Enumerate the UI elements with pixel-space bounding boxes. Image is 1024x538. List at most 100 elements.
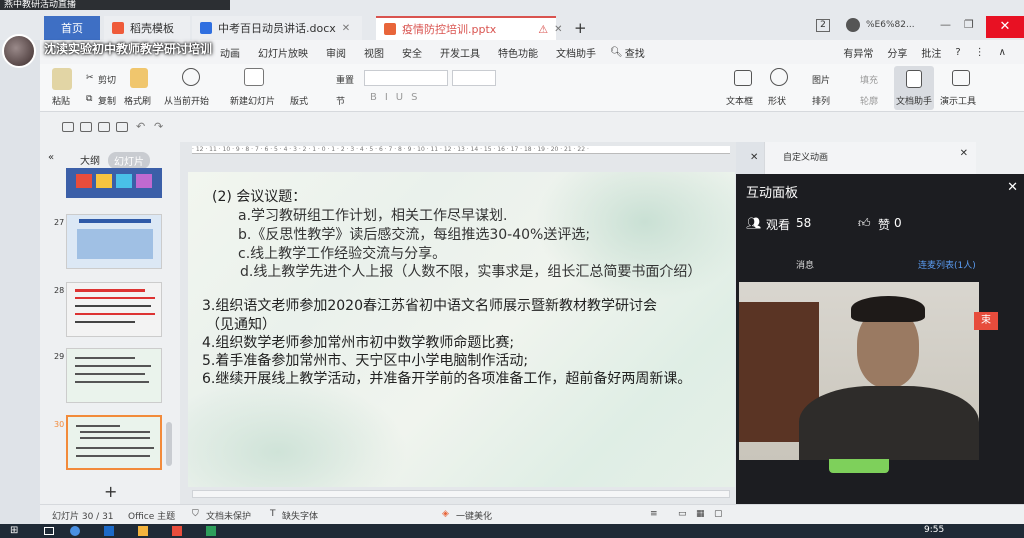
save-icon[interactable]: [62, 122, 74, 132]
menu-view[interactable]: 视图: [364, 45, 384, 60]
new-slide-button[interactable]: 新建幻灯片: [230, 94, 275, 107]
tab-mic-list[interactable]: 连麦列表(1人): [918, 258, 976, 271]
windows-start-icon[interactable]: ⊞: [10, 525, 18, 536]
panel-close-icon[interactable]: ✕: [1007, 180, 1018, 195]
menu-special[interactable]: 特色功能: [498, 45, 538, 60]
window-count-badge[interactable]: 2: [816, 19, 830, 32]
menu-review[interactable]: 审阅: [326, 45, 346, 60]
restore-icon[interactable]: ❐: [964, 18, 974, 31]
share-button[interactable]: 分享: [887, 45, 907, 60]
menu-animation[interactable]: 动画: [220, 45, 240, 60]
menu-developer[interactable]: 开发工具: [440, 45, 480, 60]
shape-icon[interactable]: [770, 68, 788, 86]
user-avatar-icon[interactable]: [846, 18, 860, 32]
collapse-panel-icon[interactable]: «: [48, 152, 54, 163]
slide-thumbnail-28[interactable]: [66, 282, 162, 337]
textbox-icon[interactable]: [734, 70, 752, 86]
taskbar-app-icon[interactable]: [104, 526, 114, 536]
interactive-panel-title: 互动面板: [746, 186, 799, 201]
play-from-current-button[interactable]: 从当前开始: [164, 94, 209, 107]
menu-security[interactable]: 安全: [402, 45, 422, 60]
arrange-button[interactable]: 排列: [812, 94, 830, 107]
paste-icon[interactable]: [52, 68, 72, 90]
copy-button[interactable]: 复制: [98, 94, 116, 107]
panel-scrollbar[interactable]: [166, 422, 172, 466]
present-tools-icon[interactable]: [952, 70, 970, 86]
font-style-buttons[interactable]: BIUS: [370, 92, 425, 103]
tab-messages[interactable]: 消息: [796, 258, 814, 271]
taskbar-app-icon[interactable]: [172, 526, 182, 536]
shape-button[interactable]: 形状: [768, 94, 786, 107]
menu-doc-assistant[interactable]: 文档助手: [556, 45, 596, 60]
protect-status[interactable]: 文档未保护: [206, 509, 251, 522]
more-icon[interactable]: ⋮: [975, 47, 985, 58]
close-window-button[interactable]: ✕: [986, 16, 1024, 38]
help-icon[interactable]: ?: [955, 47, 960, 58]
preview-icon[interactable]: [116, 122, 128, 132]
tab-pptx[interactable]: 疫情防控培训.pptx ⚠ ✕: [376, 16, 563, 40]
normal-view-icon[interactable]: ▭: [678, 509, 687, 519]
close-icon[interactable]: ✕: [342, 23, 350, 34]
slide-thumbnail-27[interactable]: [66, 214, 162, 269]
font-size-select[interactable]: [452, 70, 496, 86]
section-button[interactable]: 节: [336, 94, 345, 107]
undo-icon[interactable]: ↶: [136, 120, 145, 133]
tab-slides[interactable]: 幻灯片: [108, 152, 150, 169]
pane-title: 自定义动画: [783, 153, 829, 163]
slide-thumbnail-29[interactable]: [66, 348, 162, 403]
add-slide-button[interactable]: +: [104, 482, 117, 501]
play-icon[interactable]: [182, 68, 200, 86]
slide-thumbnail-30[interactable]: [66, 415, 162, 470]
outline-button[interactable]: 轮廓: [860, 94, 878, 107]
like-icon[interactable]: 👍︎: [858, 216, 871, 231]
print-icon[interactable]: [98, 122, 110, 132]
sync-status-button[interactable]: 有异常: [843, 45, 873, 60]
cut-button[interactable]: 剪切: [98, 73, 116, 86]
textbox-button[interactable]: 文本框: [726, 94, 753, 107]
tab-home[interactable]: 首页: [44, 16, 100, 40]
picture-button[interactable]: 图片: [812, 73, 830, 86]
close-pane-icon[interactable]: ✕: [750, 152, 758, 163]
tab-outline[interactable]: 大纲: [80, 152, 100, 167]
font-name-select[interactable]: [364, 70, 448, 86]
paste-button[interactable]: 粘贴: [52, 94, 70, 107]
doc-assistant-button[interactable]: 文档助手: [896, 94, 932, 107]
slide-canvas[interactable]: (2) 会议议题： a.学习教研组工作计划，相关工作尽早谋划. b.《反思性教学…: [188, 172, 735, 487]
slide-thumbnail-26[interactable]: [66, 168, 162, 198]
new-slide-icon[interactable]: [244, 68, 264, 86]
green-action-button[interactable]: [829, 459, 889, 473]
tab-docx[interactable]: 中考百日动员讲话.docx ✕: [192, 16, 362, 40]
present-tools-button[interactable]: 演示工具: [940, 94, 976, 107]
end-call-button[interactable]: 束: [974, 312, 998, 330]
reading-view-icon[interactable]: ▢: [714, 509, 723, 519]
menu-slideshow[interactable]: 幻灯片放映: [258, 45, 308, 60]
collapse-icon[interactable]: ∧: [999, 47, 1006, 58]
reset-button[interactable]: 重置: [336, 73, 354, 86]
taskbar-app-icon[interactable]: [70, 526, 80, 536]
comment-button[interactable]: 批注: [921, 45, 941, 60]
task-view-icon[interactable]: [44, 527, 54, 535]
tab-template[interactable]: 稻壳模板: [104, 16, 190, 40]
slide-number: 28: [54, 286, 65, 295]
taskbar-app-icon[interactable]: [206, 526, 216, 536]
format-painter-icon[interactable]: [130, 68, 148, 88]
sorter-view-icon[interactable]: ▦: [696, 509, 705, 519]
minimize-icon[interactable]: —: [940, 18, 951, 31]
menu-find[interactable]: 查找: [625, 45, 645, 60]
fill-button[interactable]: 填充: [860, 73, 878, 86]
pane-close-icon[interactable]: ✕: [960, 148, 968, 159]
layout-button[interactable]: 版式: [290, 94, 308, 107]
beautify-button[interactable]: 一键美化: [456, 509, 492, 522]
thumb-diagram: [77, 229, 153, 259]
horizontal-scrollbar[interactable]: [192, 490, 730, 498]
new-tab-button[interactable]: +: [566, 16, 590, 40]
horizontal-ruler[interactable]: · 12 · 11 · 10 · 9 · 8 · 7 · 6 · 5 · 4 ·…: [192, 146, 730, 154]
export-icon[interactable]: [80, 122, 92, 132]
missing-font-button[interactable]: 缺失字体: [282, 509, 318, 522]
likes-label: 赞: [878, 218, 891, 232]
taskbar-app-icon[interactable]: [138, 526, 148, 536]
redo-icon[interactable]: ↷: [154, 120, 163, 133]
format-painter-button[interactable]: 格式刷: [124, 94, 151, 107]
close-icon[interactable]: ✕: [554, 24, 562, 35]
notes-icon[interactable]: ≡: [650, 509, 658, 519]
